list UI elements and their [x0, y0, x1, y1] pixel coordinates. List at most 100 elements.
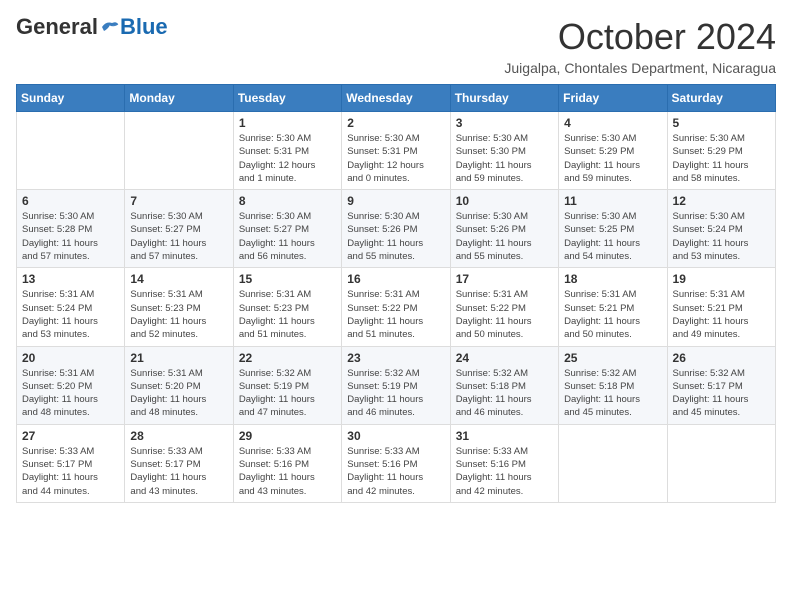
day-info: Sunrise: 5:32 AM Sunset: 5:19 PM Dayligh… [239, 367, 336, 420]
calendar-day-cell: 3 Sunrise: 5:30 AM Sunset: 5:30 PM Daylig… [450, 112, 558, 190]
day-info: Sunrise: 5:31 AM Sunset: 5:22 PM Dayligh… [347, 288, 444, 341]
calendar-day-cell: 27 Sunrise: 5:33 AM Sunset: 5:17 PM Dayli… [17, 424, 125, 502]
day-number: 30 [347, 429, 444, 443]
calendar-day-cell: 20 Sunrise: 5:31 AM Sunset: 5:20 PM Dayli… [17, 346, 125, 424]
calendar-day-cell: 23 Sunrise: 5:32 AM Sunset: 5:19 PM Dayli… [342, 346, 450, 424]
day-info: Sunrise: 5:32 AM Sunset: 5:18 PM Dayligh… [456, 367, 553, 420]
day-number: 20 [22, 351, 119, 365]
calendar-header-row: SundayMondayTuesdayWednesdayThursdayFrid… [17, 85, 776, 112]
calendar-day-cell: 14 Sunrise: 5:31 AM Sunset: 5:23 PM Dayli… [125, 268, 233, 346]
day-info: Sunrise: 5:30 AM Sunset: 5:27 PM Dayligh… [239, 210, 336, 263]
month-title: October 2024 [504, 16, 776, 58]
calendar-day-cell [125, 112, 233, 190]
calendar-week-row: 20 Sunrise: 5:31 AM Sunset: 5:20 PM Dayli… [17, 346, 776, 424]
day-number: 21 [130, 351, 227, 365]
calendar-day-cell: 30 Sunrise: 5:33 AM Sunset: 5:16 PM Dayli… [342, 424, 450, 502]
calendar-day-cell: 12Sunrise: 5:30 AM Sunset: 5:24 PM Dayli… [667, 190, 775, 268]
day-info: Sunrise: 5:31 AM Sunset: 5:20 PM Dayligh… [22, 367, 119, 420]
day-info: Sunrise: 5:30 AM Sunset: 5:27 PM Dayligh… [130, 210, 227, 263]
day-number: 25 [564, 351, 661, 365]
calendar-weekday-header: Monday [125, 85, 233, 112]
calendar-day-cell [17, 112, 125, 190]
calendar-week-row: 1Sunrise: 5:30 AM Sunset: 5:31 PM Daylig… [17, 112, 776, 190]
calendar-day-cell: 21 Sunrise: 5:31 AM Sunset: 5:20 PM Dayli… [125, 346, 233, 424]
logo: General Blue [16, 16, 168, 38]
day-number: 14 [130, 272, 227, 286]
calendar-week-row: 13 Sunrise: 5:31 AM Sunset: 5:24 PM Dayli… [17, 268, 776, 346]
day-number: 2 [347, 116, 444, 130]
day-number: 27 [22, 429, 119, 443]
calendar-day-cell: 29 Sunrise: 5:33 AM Sunset: 5:16 PM Dayli… [233, 424, 341, 502]
logo-bird-icon [100, 19, 120, 35]
calendar-week-row: 6 Sunrise: 5:30 AM Sunset: 5:28 PM Daylig… [17, 190, 776, 268]
day-number: 23 [347, 351, 444, 365]
day-number: 3 [456, 116, 553, 130]
calendar-weekday-header: Thursday [450, 85, 558, 112]
day-info: Sunrise: 5:30 AM Sunset: 5:30 PM Dayligh… [456, 132, 553, 185]
calendar-weekday-header: Tuesday [233, 85, 341, 112]
day-info: Sunrise: 5:33 AM Sunset: 5:16 PM Dayligh… [239, 445, 336, 498]
day-info: Sunrise: 5:30 AM Sunset: 5:28 PM Dayligh… [22, 210, 119, 263]
day-info: Sunrise: 5:33 AM Sunset: 5:16 PM Dayligh… [347, 445, 444, 498]
day-info: Sunrise: 5:30 AM Sunset: 5:31 PM Dayligh… [239, 132, 336, 185]
day-info: Sunrise: 5:31 AM Sunset: 5:23 PM Dayligh… [239, 288, 336, 341]
day-info: Sunrise: 5:30 AM Sunset: 5:25 PM Dayligh… [564, 210, 661, 263]
day-number: 10 [456, 194, 553, 208]
day-info: Sunrise: 5:30 AM Sunset: 5:26 PM Dayligh… [347, 210, 444, 263]
calendar-day-cell: 31Sunrise: 5:33 AM Sunset: 5:16 PM Dayli… [450, 424, 558, 502]
location-subtitle: Juigalpa, Chontales Department, Nicaragu… [504, 60, 776, 76]
calendar-day-cell: 5Sunrise: 5:30 AM Sunset: 5:29 PM Daylig… [667, 112, 775, 190]
logo-blue: Blue [120, 16, 168, 38]
calendar-day-cell: 25 Sunrise: 5:32 AM Sunset: 5:18 PM Dayli… [559, 346, 667, 424]
calendar-day-cell: 28Sunrise: 5:33 AM Sunset: 5:17 PM Dayli… [125, 424, 233, 502]
day-info: Sunrise: 5:32 AM Sunset: 5:18 PM Dayligh… [564, 367, 661, 420]
calendar-day-cell: 10Sunrise: 5:30 AM Sunset: 5:26 PM Dayli… [450, 190, 558, 268]
day-number: 19 [673, 272, 770, 286]
day-info: Sunrise: 5:32 AM Sunset: 5:17 PM Dayligh… [673, 367, 770, 420]
day-info: Sunrise: 5:33 AM Sunset: 5:17 PM Dayligh… [22, 445, 119, 498]
calendar-day-cell: 13 Sunrise: 5:31 AM Sunset: 5:24 PM Dayli… [17, 268, 125, 346]
day-number: 13 [22, 272, 119, 286]
calendar-weekday-header: Sunday [17, 85, 125, 112]
day-info: Sunrise: 5:31 AM Sunset: 5:23 PM Dayligh… [130, 288, 227, 341]
calendar-day-cell: 4Sunrise: 5:30 AM Sunset: 5:29 PM Daylig… [559, 112, 667, 190]
calendar-day-cell: 8 Sunrise: 5:30 AM Sunset: 5:27 PM Daylig… [233, 190, 341, 268]
day-number: 9 [347, 194, 444, 208]
day-info: Sunrise: 5:31 AM Sunset: 5:20 PM Dayligh… [130, 367, 227, 420]
day-info: Sunrise: 5:30 AM Sunset: 5:31 PM Dayligh… [347, 132, 444, 185]
calendar-day-cell: 19 Sunrise: 5:31 AM Sunset: 5:21 PM Dayli… [667, 268, 775, 346]
day-number: 8 [239, 194, 336, 208]
calendar-table: SundayMondayTuesdayWednesdayThursdayFrid… [16, 84, 776, 503]
day-info: Sunrise: 5:31 AM Sunset: 5:21 PM Dayligh… [673, 288, 770, 341]
calendar-weekday-header: Wednesday [342, 85, 450, 112]
logo-general: General [16, 16, 98, 38]
day-info: Sunrise: 5:31 AM Sunset: 5:22 PM Dayligh… [456, 288, 553, 341]
day-number: 29 [239, 429, 336, 443]
day-number: 22 [239, 351, 336, 365]
calendar-weekday-header: Saturday [667, 85, 775, 112]
day-info: Sunrise: 5:30 AM Sunset: 5:24 PM Dayligh… [673, 210, 770, 263]
calendar-day-cell: 6 Sunrise: 5:30 AM Sunset: 5:28 PM Daylig… [17, 190, 125, 268]
day-number: 16 [347, 272, 444, 286]
day-number: 11 [564, 194, 661, 208]
day-number: 26 [673, 351, 770, 365]
title-area: October 2024 Juigalpa, Chontales Departm… [504, 16, 776, 76]
day-number: 15 [239, 272, 336, 286]
calendar-day-cell: 1Sunrise: 5:30 AM Sunset: 5:31 PM Daylig… [233, 112, 341, 190]
calendar-day-cell: 17Sunrise: 5:31 AM Sunset: 5:22 PM Dayli… [450, 268, 558, 346]
calendar-day-cell: 15 Sunrise: 5:31 AM Sunset: 5:23 PM Dayli… [233, 268, 341, 346]
calendar-day-cell: 16 Sunrise: 5:31 AM Sunset: 5:22 PM Dayli… [342, 268, 450, 346]
day-number: 6 [22, 194, 119, 208]
calendar-day-cell: 2 Sunrise: 5:30 AM Sunset: 5:31 PM Daylig… [342, 112, 450, 190]
calendar-day-cell [667, 424, 775, 502]
day-info: Sunrise: 5:31 AM Sunset: 5:24 PM Dayligh… [22, 288, 119, 341]
day-number: 4 [564, 116, 661, 130]
day-number: 28 [130, 429, 227, 443]
day-info: Sunrise: 5:31 AM Sunset: 5:21 PM Dayligh… [564, 288, 661, 341]
day-info: Sunrise: 5:33 AM Sunset: 5:16 PM Dayligh… [456, 445, 553, 498]
page-header: General Blue October 2024 Juigalpa, Chon… [16, 16, 776, 76]
calendar-day-cell [559, 424, 667, 502]
day-info: Sunrise: 5:32 AM Sunset: 5:19 PM Dayligh… [347, 367, 444, 420]
calendar-day-cell: 26 Sunrise: 5:32 AM Sunset: 5:17 PM Dayli… [667, 346, 775, 424]
calendar-day-cell: 9 Sunrise: 5:30 AM Sunset: 5:26 PM Daylig… [342, 190, 450, 268]
